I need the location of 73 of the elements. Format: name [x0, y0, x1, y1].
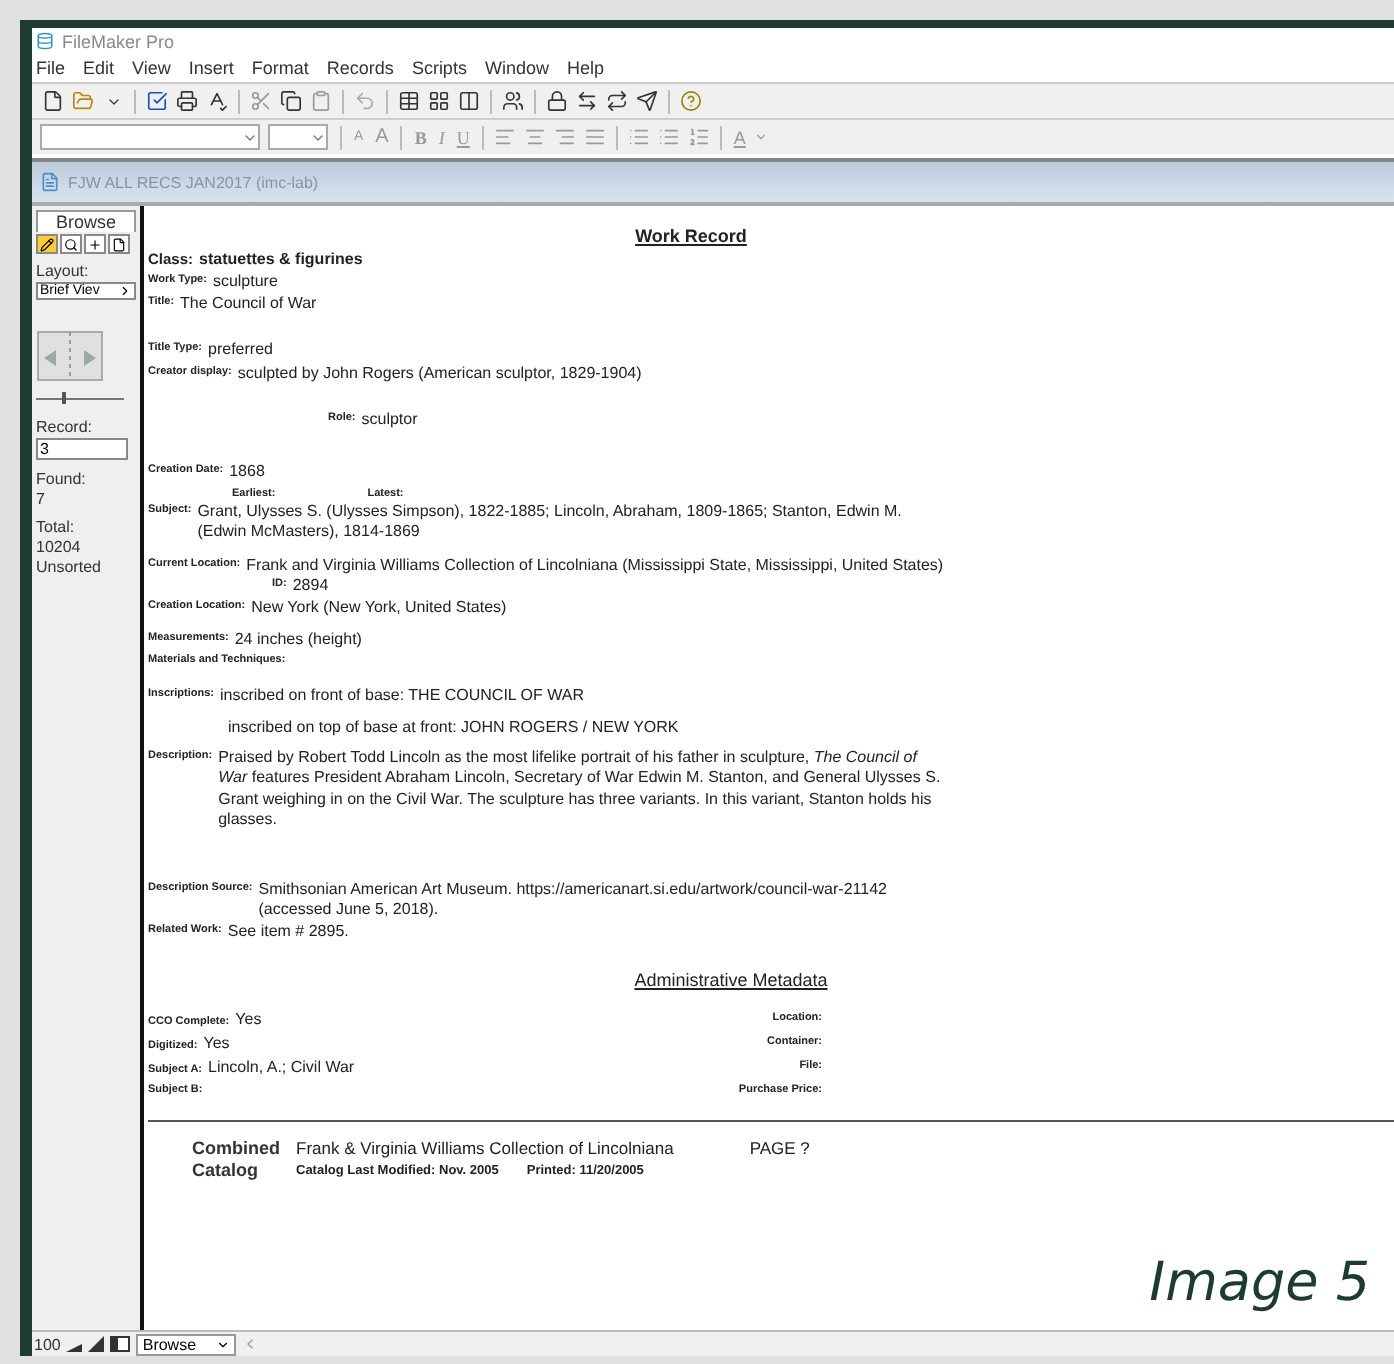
- mode-tab[interactable]: Browse: [36, 210, 136, 232]
- field-value: Lincoln, A.; Civil War: [208, 1058, 355, 1079]
- table-icon[interactable]: [396, 88, 422, 114]
- field-value: See item # 2895.: [227, 921, 349, 942]
- field-value: Smithsonian American Art Museum. https://americanart.si.edu/artwork/council-war-21142 (accessed June 5, 2018).: [258, 879, 889, 921]
- grid-icon[interactable]: [426, 88, 452, 114]
- field-value: statuettes & figurines: [199, 250, 363, 271]
- field-value: Yes: [203, 1034, 230, 1055]
- record-field[interactable]: 3: [36, 438, 128, 460]
- section-heading: Administrative Metadata: [634, 970, 828, 990]
- search-icon[interactable]: [60, 234, 82, 254]
- lock-icon[interactable]: [544, 88, 570, 114]
- field-value: 1868: [229, 462, 265, 483]
- document-title: FJW ALL RECS JAN2017 (imc-lab): [68, 173, 319, 191]
- window-title: FileMaker Pro: [62, 31, 175, 51]
- layout-label: Layout:: [36, 262, 91, 280]
- field-value: Frank and Virginia Williams Collection of Lincolniana (Mississippi State, Mississippi, United States): [246, 555, 944, 576]
- catalog-title: Catalog: [192, 1160, 261, 1182]
- checkbox-icon[interactable]: [144, 88, 170, 114]
- found-count: 7: [36, 490, 47, 508]
- page-number: PAGE ?: [749, 1138, 810, 1160]
- menu-item[interactable]: File: [36, 58, 66, 78]
- print-icon[interactable]: [174, 88, 200, 114]
- copy-icon[interactable]: [278, 88, 304, 114]
- field-value: Yes: [235, 1010, 262, 1031]
- field-value: Praised by Robert Todd Lincoln as the most lifelike portrait of his father in sculpture, The Council of War features President Abraham Lincoln, Secretary of War Edwin M. Stanton, and General Ulysses S. Grant weighing in on the Civil War. The sculpture has three variants. In this variant, Stanton holds his glasses.: [218, 747, 943, 831]
- field-value: sculptor: [361, 409, 418, 430]
- field-value: Grant, Ulysses S. (Ulysses Simpson), 1822-1885; Lincoln, Abraham, 1809-1865; Stanton, Edwin M. (Edwin McMasters), 1814-1869: [197, 501, 904, 543]
- catalog-title: Combined: [192, 1138, 280, 1160]
- field-value: New York (New York, United States): [251, 597, 507, 618]
- caret-icon: [216, 1337, 231, 1351]
- zoom-level: 100: [34, 1335, 61, 1353]
- plus-icon[interactable]: [84, 234, 106, 254]
- sort-status: Unsorted: [36, 558, 103, 576]
- field-value: sculpted by John Rogers (American sculptor, 1829-1904): [237, 364, 642, 385]
- arrows-icon[interactable]: [574, 88, 600, 114]
- collection-name: Frank & Virginia Williams Collection of Lincolniana: [296, 1138, 674, 1160]
- pencil-icon[interactable]: [36, 234, 58, 254]
- status-toggle-icon[interactable]: [110, 1336, 131, 1352]
- help-icon[interactable]: [678, 88, 704, 114]
- caret-icon: [753, 130, 768, 144]
- total-label: Total:: [36, 518, 77, 536]
- field-value: preferred: [208, 339, 273, 360]
- menu-item[interactable]: Help: [566, 58, 604, 78]
- field-value: 2894: [292, 576, 329, 597]
- menu-item[interactable]: Insert: [188, 58, 234, 78]
- mode-dropdown[interactable]: Browse: [136, 1333, 237, 1355]
- send-icon[interactable]: [634, 88, 660, 114]
- caret-icon: [118, 284, 132, 298]
- record-heading: Work Record: [635, 226, 747, 246]
- menu-item[interactable]: Edit: [83, 58, 115, 78]
- record-label: Record:: [36, 418, 95, 436]
- found-label: Found:: [36, 470, 88, 488]
- document-icon: [40, 172, 60, 192]
- menu-item[interactable]: Window: [484, 58, 549, 78]
- menu-item[interactable]: Records: [326, 58, 394, 78]
- total-count: 10204: [36, 538, 83, 556]
- field-value: inscribed on front of base: THE COUNCIL OF WAR: [220, 685, 584, 706]
- field-value: inscribed on top of base at front: JOHN ROGERS / NEW YORK: [228, 718, 679, 739]
- app-icon: [36, 32, 54, 50]
- repeat-icon[interactable]: [604, 88, 630, 114]
- zoom-in-icon[interactable]: [88, 1336, 105, 1352]
- page-icon[interactable]: [108, 234, 130, 254]
- people-icon[interactable]: [500, 88, 526, 114]
- field-value: 24 inches (height): [234, 630, 362, 651]
- slider-thumb[interactable]: [61, 392, 66, 404]
- columns-icon[interactable]: [456, 88, 482, 114]
- new-file-icon[interactable]: [40, 88, 66, 114]
- field-value: The Council of War: [180, 294, 317, 315]
- menu-item[interactable]: Format: [251, 58, 309, 78]
- menu-item[interactable]: View: [132, 58, 171, 78]
- menu-item[interactable]: Scripts: [411, 58, 467, 78]
- field-value: sculpture: [212, 271, 278, 292]
